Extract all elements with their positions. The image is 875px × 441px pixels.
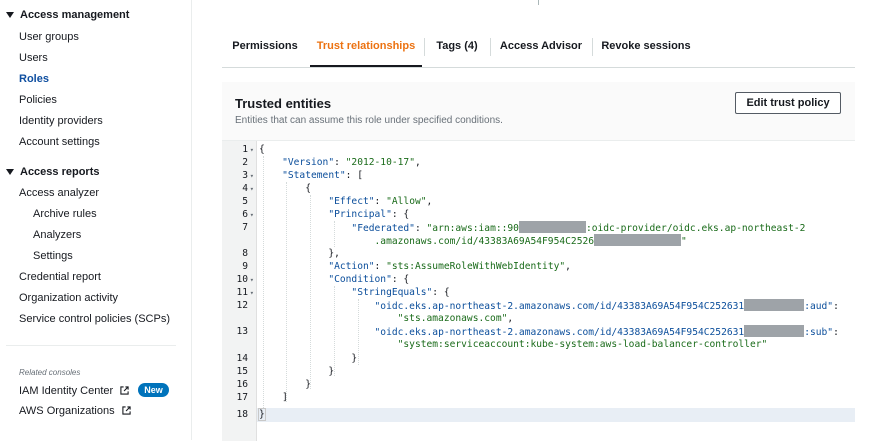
access-management-header[interactable]: Access management: [6, 9, 129, 21]
code-line: }: [328, 366, 335, 377]
sidebar-item-organization-activity[interactable]: Organization activity: [19, 292, 118, 304]
line-number: 18: [236, 409, 248, 420]
line-number: 12: [236, 300, 248, 311]
code-line: {: [305, 183, 311, 194]
line-number: 7: [242, 222, 248, 233]
code-line: .amazonaws.com/id/43383A69A54F954C2526 ": [374, 234, 687, 247]
tab-revoke-sessions[interactable]: Revoke sessions: [594, 30, 698, 66]
sidebar-item-credential-report[interactable]: Credential report: [19, 271, 101, 283]
tab-trust-relationships[interactable]: Trust relationships: [310, 30, 422, 67]
redacted-oidc-id: [744, 325, 805, 337]
code-line: "StringEquals": {: [351, 287, 450, 298]
panel-description: Entities that can assume this role under…: [235, 115, 503, 126]
sidebar-divider: [6, 345, 176, 346]
policy-code-editor[interactable]: 1 ▾ 2 3 ▾ 4 ▾ 5 6 ▾ 7 8 9 10 ▾ 11 ▾ 12 13 14 1…: [222, 140, 855, 441]
line-number: 16: [236, 379, 248, 390]
sidebar-item-analyzers[interactable]: Analyzers: [33, 229, 81, 241]
external-link-icon: [122, 406, 131, 415]
edit-trust-policy-button[interactable]: Edit trust policy: [735, 92, 841, 114]
caret-down-icon: [6, 12, 14, 18]
line-number: 17: [236, 392, 248, 403]
line-number: 4 ▾: [242, 183, 254, 194]
code-line: {: [259, 144, 265, 155]
tab-permissions[interactable]: Permissions: [222, 30, 308, 66]
line-number: 13: [236, 326, 248, 337]
line-number-gutter: 1 ▾ 2 3 ▾ 4 ▾ 5 6 ▾ 7 8 9 10 ▾ 11 ▾ 12 13 14 1…: [222, 141, 257, 441]
tab-separator: [490, 38, 491, 56]
top-edge-marker: [538, 0, 539, 5]
line-number: 1 ▾: [242, 144, 254, 155]
sidebar-item-users[interactable]: Users: [19, 52, 48, 64]
caret-down-icon: [6, 169, 14, 175]
line-number: 8: [242, 248, 248, 259]
code-line: "sts.amazonaws.com",: [397, 313, 514, 324]
line-number: 9: [242, 261, 248, 272]
sidebar-item-roles[interactable]: Roles: [19, 73, 49, 85]
tab-access-advisor[interactable]: Access Advisor: [492, 30, 590, 66]
code-line: "Version": "2012-10-17",: [282, 157, 421, 168]
redacted-oidc-id: [744, 299, 805, 311]
access-reports-header[interactable]: Access reports: [6, 166, 100, 178]
sidebar-item-archive-rules[interactable]: Archive rules: [33, 208, 97, 220]
code-line: "Statement": [: [282, 170, 363, 181]
tab-separator: [424, 38, 425, 56]
code-line: "Effect": "Allow",: [328, 196, 433, 207]
panel-title: Trusted entities: [235, 96, 332, 111]
sidebar-item-iam-identity-center[interactable]: IAM Identity Center New: [19, 383, 169, 397]
sidebar-item-access-analyzer[interactable]: Access analyzer: [19, 187, 99, 199]
active-line-highlight: [257, 408, 855, 422]
sidebar-item-account-settings[interactable]: Account settings: [19, 136, 100, 148]
line-number: 6 ▾: [242, 209, 254, 220]
tab-separator: [592, 38, 593, 56]
new-badge: New: [138, 383, 169, 397]
sidebar-item-settings[interactable]: Settings: [33, 250, 73, 262]
code-line: "Condition": {: [328, 274, 410, 285]
sidebar-item-user-groups[interactable]: User groups: [19, 31, 79, 43]
code-line: "oidc.eks.ap-northeast-2.amazonaws.com/i…: [374, 299, 839, 312]
sidebar-item-identity-providers[interactable]: Identity providers: [19, 115, 103, 127]
sidebar-item-scps[interactable]: Service control policies (SCPs): [19, 313, 170, 325]
line-number: 5: [242, 196, 248, 207]
iam-identity-center-label: IAM Identity Center: [19, 385, 114, 397]
code-line: }: [305, 379, 311, 390]
aws-organizations-label: AWS Organizations: [19, 405, 115, 417]
code-line: "oidc.eks.ap-northeast-2.amazonaws.com/i…: [374, 325, 839, 338]
line-number: 10 ▾: [236, 274, 254, 285]
access-management-label: Access management: [20, 9, 130, 21]
code-line: "system:serviceaccount:kube-system:aws-l…: [397, 339, 768, 350]
sidebar-item-policies[interactable]: Policies: [19, 94, 57, 106]
line-number: 15: [236, 366, 248, 377]
redacted-oidc-id: [594, 234, 682, 246]
redacted-account-id: [518, 221, 586, 233]
code-line: ]: [282, 392, 288, 403]
line-number: 14: [236, 353, 248, 364]
sidebar-nav: Access management User groups Users Role…: [0, 0, 192, 440]
tab-tags[interactable]: Tags (4): [426, 30, 488, 66]
panel-header: Trusted entities Entities that can assum…: [222, 82, 855, 140]
line-number: 2: [242, 157, 248, 168]
related-consoles-label: Related consoles: [19, 368, 81, 377]
line-number: 11 ▾: [236, 287, 254, 298]
role-tabs: Permissions Trust relationships Tags (4)…: [222, 30, 855, 68]
code-line: "Federated": "arn:aws:iam::90:oidc-provi…: [351, 221, 806, 234]
code-line: }: [351, 353, 358, 364]
external-link-icon: [120, 386, 129, 395]
code-line: },: [328, 248, 340, 259]
code-line: "Principal": {: [328, 209, 410, 220]
access-reports-label: Access reports: [20, 166, 100, 178]
code-line: }: [258, 408, 266, 421]
line-number: 3 ▾: [242, 170, 254, 181]
code-line: "Action": "sts:AssumeRoleWithWebIdentity…: [328, 261, 571, 272]
sidebar-item-aws-organizations[interactable]: AWS Organizations: [19, 405, 131, 417]
